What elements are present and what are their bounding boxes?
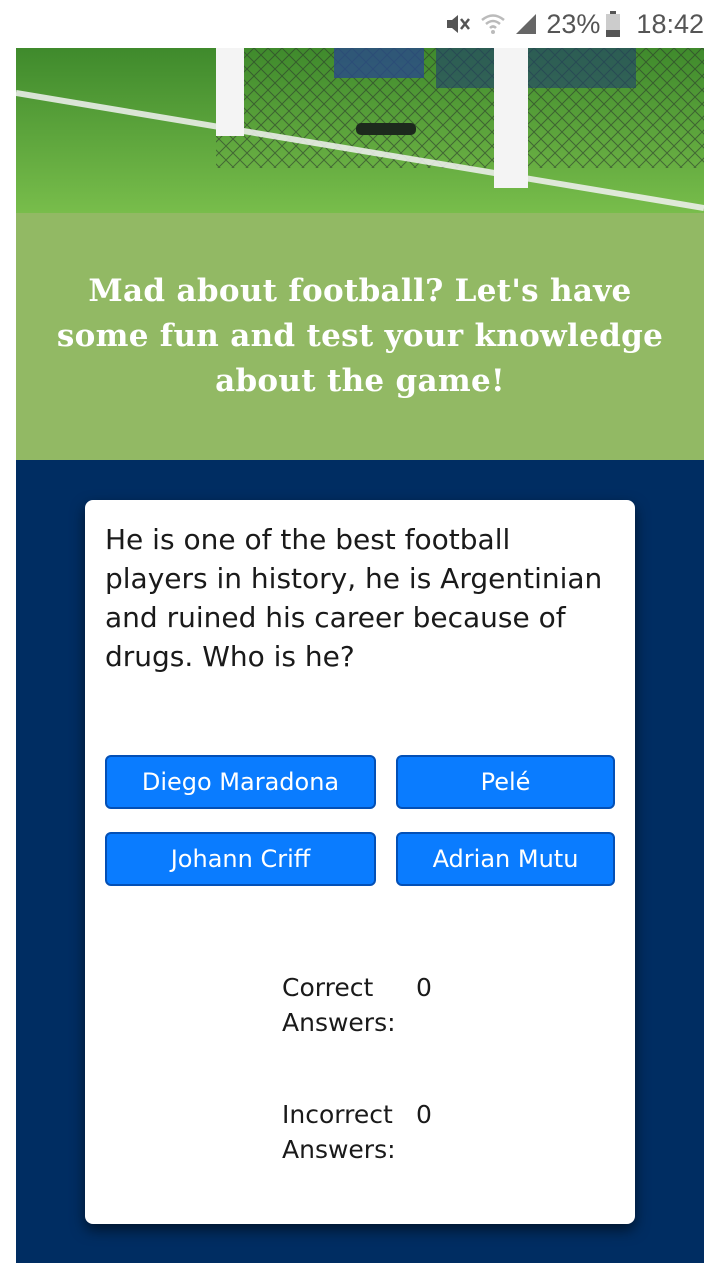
correct-answers-value: 0 (416, 973, 432, 1002)
incorrect-answers-label: Incorrect Answers: (282, 1100, 396, 1164)
quiz-card: He is one of the best football players i… (85, 500, 635, 1224)
signal-icon (514, 12, 538, 36)
hero-image (16, 48, 704, 213)
clock: 18:42 (636, 8, 704, 39)
battery-icon (606, 11, 621, 37)
battery-percent: 23% (546, 8, 601, 39)
answer-button-1[interactable]: Diego Maradona (105, 755, 376, 809)
mute-icon (444, 12, 472, 36)
correct-answers-label: Correct Answers: (282, 973, 396, 1037)
answer-button-4[interactable]: Adrian Mutu (396, 832, 615, 886)
correct-answers-score: Correct Answers: 0 (282, 970, 432, 1040)
status-bar: 23% 18:42 (0, 0, 720, 48)
wifi-icon (480, 12, 506, 36)
incorrect-answers-score: Incorrect Answers: 0 (282, 1097, 432, 1167)
headline-text: Mad about football? Let's have some fun … (56, 273, 664, 399)
answer-button-3[interactable]: Johann Criff (105, 832, 376, 886)
question-text: He is one of the best football players i… (105, 523, 603, 673)
quiz-area: He is one of the best football players i… (16, 460, 704, 1263)
headline-banner: Mad about football? Let's have some fun … (16, 213, 704, 460)
incorrect-answers-value: 0 (416, 1100, 432, 1129)
football-goal-image (16, 48, 704, 213)
answer-button-2[interactable]: Pelé (396, 755, 615, 809)
